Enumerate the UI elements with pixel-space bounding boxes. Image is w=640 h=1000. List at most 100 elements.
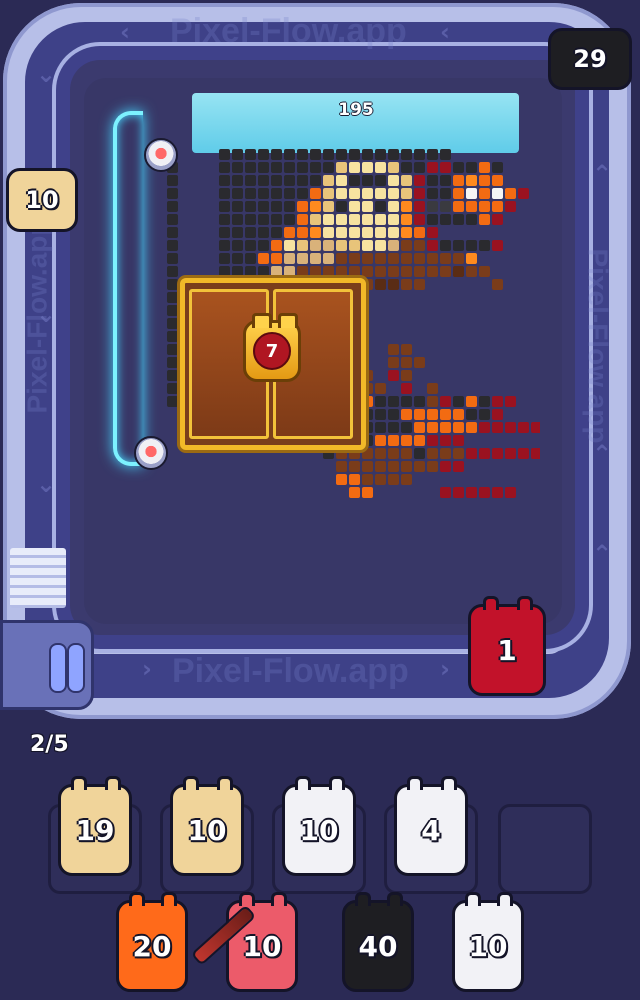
block-count: 29: [573, 45, 607, 73]
pixel-cell: [466, 487, 477, 498]
pixel-cell: [492, 175, 503, 186]
pixel-cell: [232, 162, 243, 173]
pixel-cell: [479, 214, 490, 225]
pixel-cell: [167, 227, 178, 238]
pixel-cell: [336, 175, 347, 186]
pixel-cell: [440, 266, 451, 277]
pixel-cell: [167, 357, 178, 368]
pixel-cell: [505, 396, 516, 407]
pixel-cell: [388, 253, 399, 264]
pixel-cell: [375, 435, 386, 446]
conveyor-block-cream[interactable]: 10: [6, 168, 78, 232]
pixel-cell: [245, 149, 256, 160]
pixel-cell: [219, 214, 230, 225]
pixel-cell: [401, 214, 412, 225]
pixel-cell: [453, 422, 464, 433]
pixel-cell: [297, 240, 308, 251]
pixel-cell: [271, 227, 282, 238]
pixel-cell: [440, 214, 451, 225]
pixel-cell: [388, 240, 399, 251]
pixel-cell: [297, 188, 308, 199]
pixel-cell: [284, 266, 295, 277]
pixel-cell: [271, 188, 282, 199]
pixel-cell: [167, 253, 178, 264]
pixel-cell: [375, 162, 386, 173]
pixel-cell: [453, 253, 464, 264]
pixel-cell: [414, 266, 425, 277]
pixel-cell: [375, 383, 386, 394]
block-count: 40: [358, 929, 398, 963]
conveyor-block-black[interactable]: 29: [548, 28, 632, 90]
pixel-cell: [271, 266, 282, 277]
pixel-cell: [479, 396, 490, 407]
pixel-cell: [401, 149, 412, 160]
pixel-cell: [219, 175, 230, 186]
pixel-cell: [271, 214, 282, 225]
pixel-cell: [440, 162, 451, 173]
pixel-cell: [310, 188, 321, 199]
pixel-cell: [284, 227, 295, 238]
pixel-cell: [336, 240, 347, 251]
pixel-cell: [479, 240, 490, 251]
pixel-cell: [427, 461, 438, 472]
queue-block[interactable]: 40: [342, 892, 414, 992]
slot-block[interactable]: 19: [58, 776, 132, 876]
queue-block[interactable]: 10: [452, 892, 524, 992]
pixel-cell: [310, 214, 321, 225]
slot-block[interactable]: 4: [394, 776, 468, 876]
pixel-cell: [297, 253, 308, 264]
chevron-left-icon: ‹: [440, 18, 450, 46]
pixel-cell: [388, 435, 399, 446]
slot-block[interactable]: 10: [170, 776, 244, 876]
pixel-cell: [505, 448, 516, 459]
pixel-cell: [401, 227, 412, 238]
pixel-cell: [375, 409, 386, 420]
pixel-cell: [414, 409, 425, 420]
pixel-cell: [401, 188, 412, 199]
pixel-cell: [310, 227, 321, 238]
queue-block[interactable]: 20: [116, 892, 188, 992]
pixel-cell: [375, 422, 386, 433]
pixel-cell: [505, 201, 516, 212]
pixel-cell: [167, 240, 178, 251]
pixel-cell: [505, 422, 516, 433]
pixel-cell: [518, 448, 529, 459]
pixel-cell: [466, 422, 477, 433]
slot-block[interactable]: 10: [282, 776, 356, 876]
pixel-cell: [518, 188, 529, 199]
block-count: 10: [299, 813, 339, 847]
pixel-cell: [414, 448, 425, 459]
pixel-cell: [297, 149, 308, 160]
pixel-cell: [310, 162, 321, 173]
pixel-cell: [310, 253, 321, 264]
pixel-cell: [167, 383, 178, 394]
chevron-down-icon: ⌄: [36, 60, 57, 88]
pixel-cell: [167, 292, 178, 303]
pixel-cell: [375, 253, 386, 264]
pixel-cell: [258, 253, 269, 264]
pixel-cell: [362, 175, 373, 186]
pixel-cell: [323, 266, 334, 277]
pixel-cell: [401, 162, 412, 173]
pixel-cell: [349, 149, 360, 160]
pixel-cell: [349, 175, 360, 186]
pixel-cell: [440, 253, 451, 264]
chevron-left-icon: ‹: [120, 18, 130, 46]
slot-5-empty[interactable]: [498, 804, 592, 894]
pixel-cell: [440, 240, 451, 251]
pixel-cell: [232, 227, 243, 238]
pixel-cell: [258, 201, 269, 212]
pixel-cell: [466, 188, 477, 199]
pixel-cell: [362, 188, 373, 199]
pixel-cell: [284, 253, 295, 264]
pixel-cell: [492, 396, 503, 407]
conveyor-vent: [10, 548, 66, 608]
pixel-cell: [349, 487, 360, 498]
pixel-cell: [492, 188, 503, 199]
pixel-cell: [427, 409, 438, 420]
chevron-up-icon: ⌃: [592, 160, 613, 188]
pixel-cell: [245, 227, 256, 238]
conveyor-block-red[interactable]: 1: [468, 596, 546, 696]
pixel-cell: [232, 214, 243, 225]
pixel-cell: [336, 253, 347, 264]
